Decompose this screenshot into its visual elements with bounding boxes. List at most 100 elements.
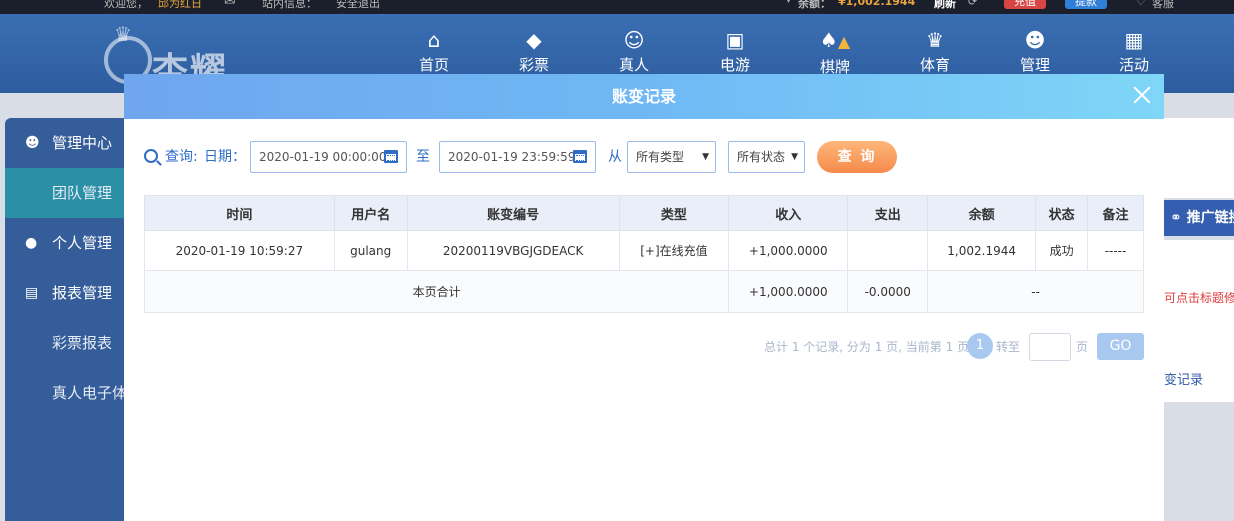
record-link[interactable]: 变记录: [1164, 369, 1203, 388]
query-label: 查询:: [165, 149, 198, 165]
chevron-down-icon: ▾: [786, 0, 792, 6]
query-bar: 查询: 日期： 2020-01-19 00:00:00 至 2020-01-19…: [144, 141, 1144, 173]
cell-balance: 1,002.1944: [927, 230, 1037, 271]
chevron-down-icon: ▼: [702, 152, 709, 162]
column-header[interactable]: 余额: [927, 195, 1037, 231]
column-header[interactable]: 类型: [618, 195, 730, 231]
type-select-value: 所有类型: [636, 150, 685, 164]
edit-title-hint: 可点击标题修改: [1164, 291, 1234, 305]
nav-item-home[interactable]: ⌂ 首页: [404, 28, 464, 78]
nav-item-cards[interactable]: ♠▲ 棋牌: [805, 28, 865, 80]
top-bar: 欢迎您， 邱为红日 ✉ 站内信息： 安全退出 ▾ 余额： ¥1,002.1944…: [0, 0, 1234, 14]
from-label: 从: [608, 149, 622, 165]
search-icon: [144, 149, 158, 163]
close-icon[interactable]: [1130, 83, 1154, 107]
status-select[interactable]: 所有状态 ▼: [728, 141, 805, 173]
type-select[interactable]: 所有类型 ▼: [627, 141, 716, 173]
cell-username: gulang: [333, 230, 408, 271]
total-balance: --: [927, 270, 1144, 313]
promo-link-tab[interactable]: ⚭ 推广链接: [1164, 200, 1234, 236]
sidebar-item-lottery-report[interactable]: 彩票报表: [5, 318, 130, 368]
users-icon: ☻: [1024, 28, 1046, 52]
column-header[interactable]: 用户名: [333, 195, 408, 231]
username-link[interactable]: 邱为红日: [158, 0, 202, 11]
service-icon[interactable]: ♡: [1136, 0, 1146, 8]
total-income: +1,000.0000: [728, 270, 849, 313]
table-total-row: 本页合计 +1,000.0000 -0.0000 --: [143, 270, 1144, 313]
modal-header: 账变记录: [124, 74, 1164, 119]
content-panel: [1164, 118, 1234, 198]
table-header-row: 时间 用户名 账变编号 类型 收入 支出 余额 状态 备注: [144, 195, 1144, 231]
cell-expense: [847, 230, 929, 271]
report-icon: ▤: [25, 285, 39, 301]
end-date-input[interactable]: 2020-01-19 23:59:59: [439, 141, 596, 173]
cell-status: 成功: [1035, 230, 1089, 271]
gift-icon: ▦: [1124, 28, 1144, 52]
sidebar-item-reports[interactable]: ▤ 报表管理: [5, 268, 130, 318]
column-header[interactable]: 状态: [1035, 195, 1089, 231]
cell-remark: -----: [1087, 230, 1144, 271]
nav-item-slots[interactable]: ▣ 电游: [705, 28, 765, 78]
live-dealer-icon: ☺: [623, 28, 645, 52]
nav-item-events[interactable]: ▦ 活动: [1104, 28, 1164, 78]
balance-label: 余额：: [798, 0, 831, 10]
goto-label: 转至: [996, 340, 1021, 354]
table-row[interactable]: 2020-01-19 10:59:27 gulang 20200119VBGJG…: [144, 230, 1144, 271]
nav-item-sports[interactable]: ♛ 体育: [905, 28, 965, 78]
pagination: 总计 1 个记录, 分为 1 页, 当前第 1 页 1 转至 页 GO: [764, 333, 1144, 361]
start-date-value: 2020-01-19 00:00:00: [259, 150, 387, 164]
column-header[interactable]: 支出: [847, 195, 929, 231]
total-label: 本页合计: [143, 270, 730, 313]
calendar-icon[interactable]: [384, 150, 398, 163]
refresh-link[interactable]: 刷新: [934, 0, 956, 11]
sidebar-item-team[interactable]: 团队管理: [5, 168, 130, 218]
column-header[interactable]: 备注: [1087, 195, 1144, 231]
users-icon: ☻: [25, 135, 40, 151]
service-link[interactable]: 客服: [1152, 0, 1174, 11]
deposit-button[interactable]: 充值: [1004, 0, 1046, 9]
sidebar-item-personal[interactable]: ● 个人管理: [5, 218, 130, 268]
cell-income: +1,000.0000: [728, 230, 849, 271]
balance-value: ¥1,002.1944: [838, 0, 916, 8]
status-select-value: 所有状态: [737, 150, 786, 164]
go-button[interactable]: GO: [1097, 333, 1144, 360]
nav-item-manage[interactable]: ☻ 管理: [1005, 28, 1065, 78]
cell-time: 2020-01-19 10:59:27: [144, 230, 335, 271]
end-date-value: 2020-01-19 23:59:59: [448, 150, 576, 164]
total-expense: -0.0000: [847, 270, 929, 313]
withdraw-button[interactable]: 提款: [1065, 0, 1107, 9]
column-header[interactable]: 时间: [144, 195, 335, 231]
user-icon: ●: [25, 235, 38, 251]
transaction-record-modal: 账变记录 查询: 日期： 2020-01-19 00:00:00 至 2020-…: [124, 74, 1164, 521]
chevron-down-icon: ▼: [791, 152, 798, 162]
sidebar-item-label: 报表管理: [52, 284, 113, 302]
logout-link[interactable]: 安全退出: [336, 0, 380, 11]
nav-item-lottery[interactable]: ◆ 彩票: [504, 28, 564, 78]
sidebar-item-label: 团队管理: [52, 184, 113, 202]
welcome-text: 欢迎您，: [104, 0, 148, 10]
to-label: 至: [416, 149, 430, 165]
modal-title: 账变记录: [611, 87, 676, 106]
mail-icon[interactable]: ✉: [224, 0, 236, 9]
page-number-button[interactable]: 1: [967, 333, 993, 359]
cell-type: [+]在线充值: [618, 230, 730, 271]
message-label[interactable]: 站内信息：: [262, 0, 317, 11]
cards-icon: ♠▲: [819, 28, 851, 52]
calendar-icon[interactable]: [573, 150, 587, 163]
pagination-summary: 总计 1 个记录, 分为 1 页, 当前第 1 页: [764, 340, 970, 354]
promo-link-label: 推广链接: [1186, 210, 1234, 226]
home-icon: ⌂: [427, 28, 441, 52]
link-icon: ⚭: [1170, 210, 1182, 226]
nav-item-live[interactable]: ☺ 真人: [604, 28, 664, 78]
refresh-icon[interactable]: ⟳: [968, 0, 977, 8]
column-header[interactable]: 收入: [728, 195, 849, 231]
slot-machine-icon: ▣: [725, 28, 745, 52]
sidebar-item-management-center[interactable]: ☻ 管理中心: [5, 118, 130, 168]
sidebar-item-live-report[interactable]: 真人电子体育: [5, 368, 130, 418]
start-date-input[interactable]: 2020-01-19 00:00:00: [250, 141, 407, 173]
page-input[interactable]: [1029, 333, 1071, 361]
column-header[interactable]: 账变编号: [406, 195, 620, 231]
sidebar-item-label: 管理中心: [52, 134, 113, 152]
search-button[interactable]: 查 询: [817, 141, 897, 173]
sidebar: ☻ 管理中心 团队管理 ● 个人管理 ▤ 报表管理 彩票报表 真人电子体育: [5, 118, 130, 521]
